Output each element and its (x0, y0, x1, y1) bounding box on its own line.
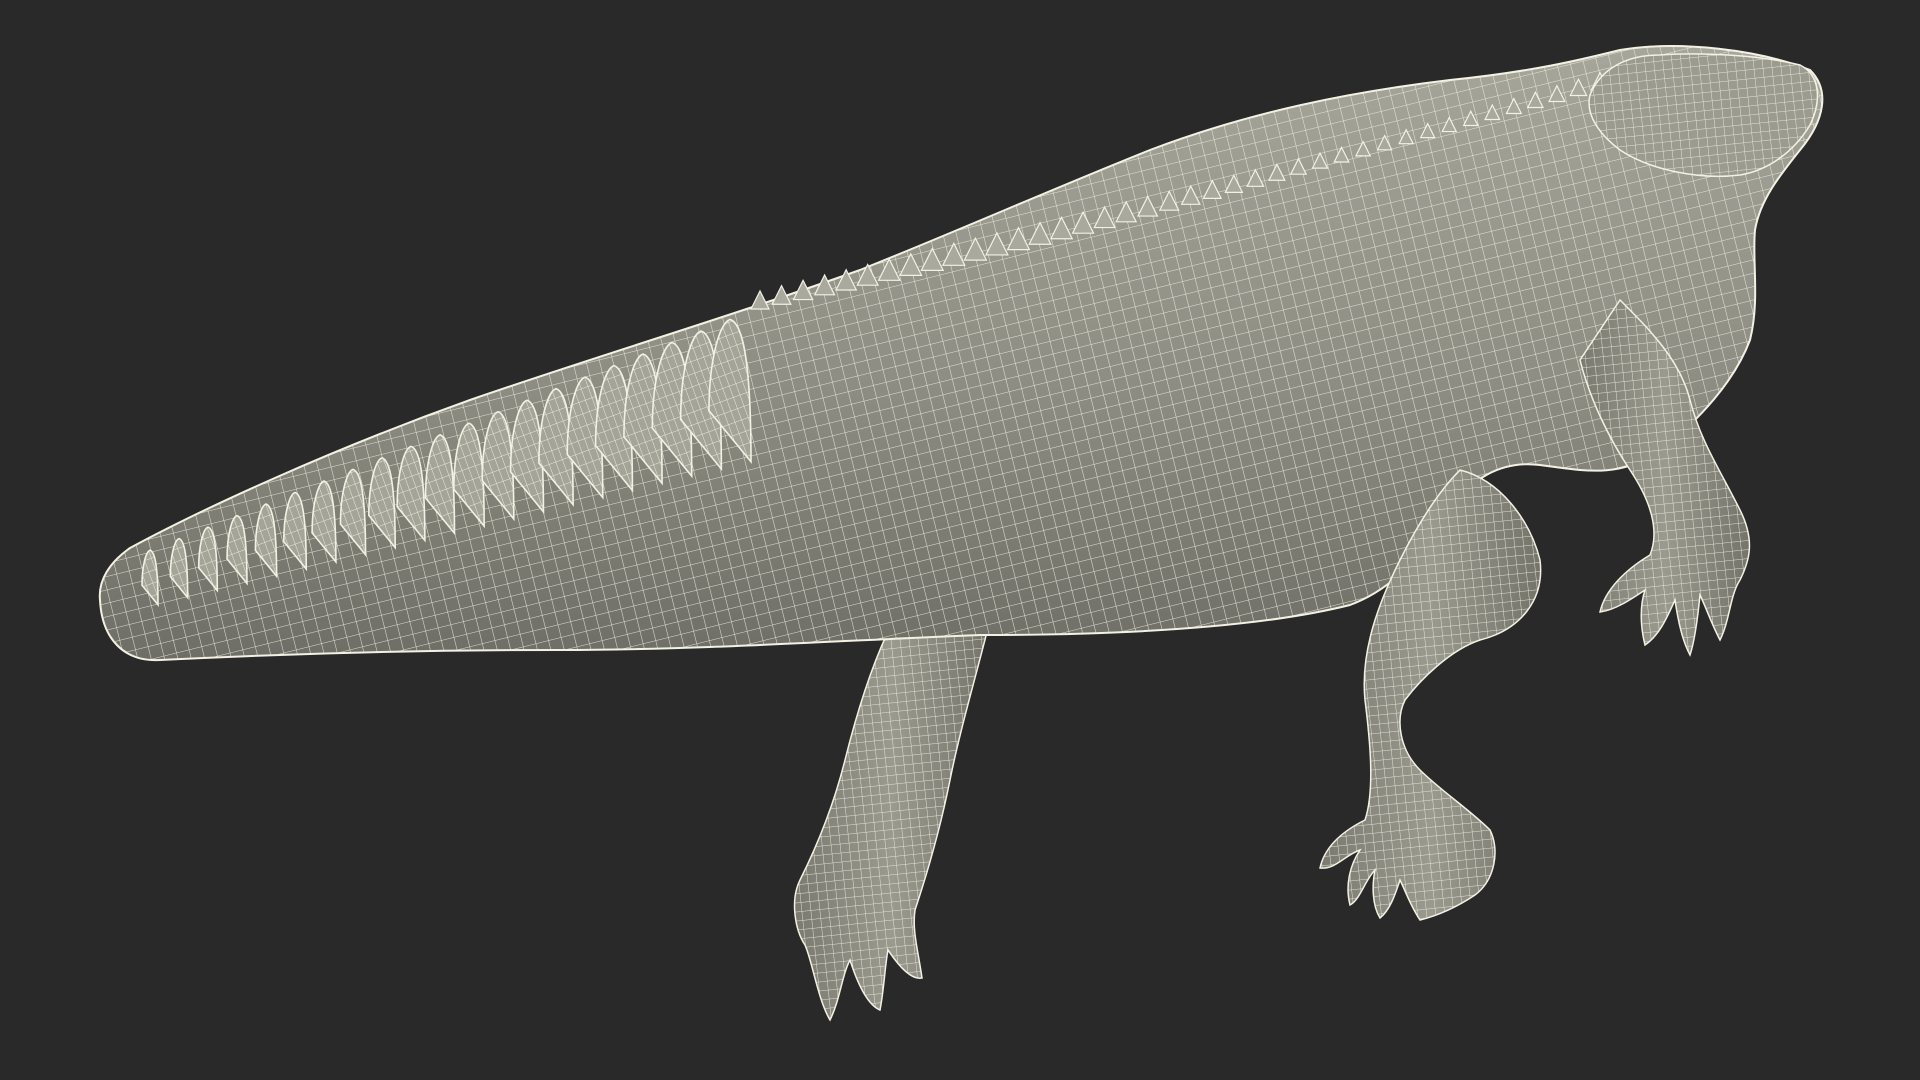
crocodile-body (98, 45, 1824, 662)
ridge-bump (750, 289, 770, 310)
crocodile-wireframe-render (98, 45, 1824, 1022)
render-viewport (0, 0, 1920, 1080)
far-hind-leg (793, 599, 991, 1022)
